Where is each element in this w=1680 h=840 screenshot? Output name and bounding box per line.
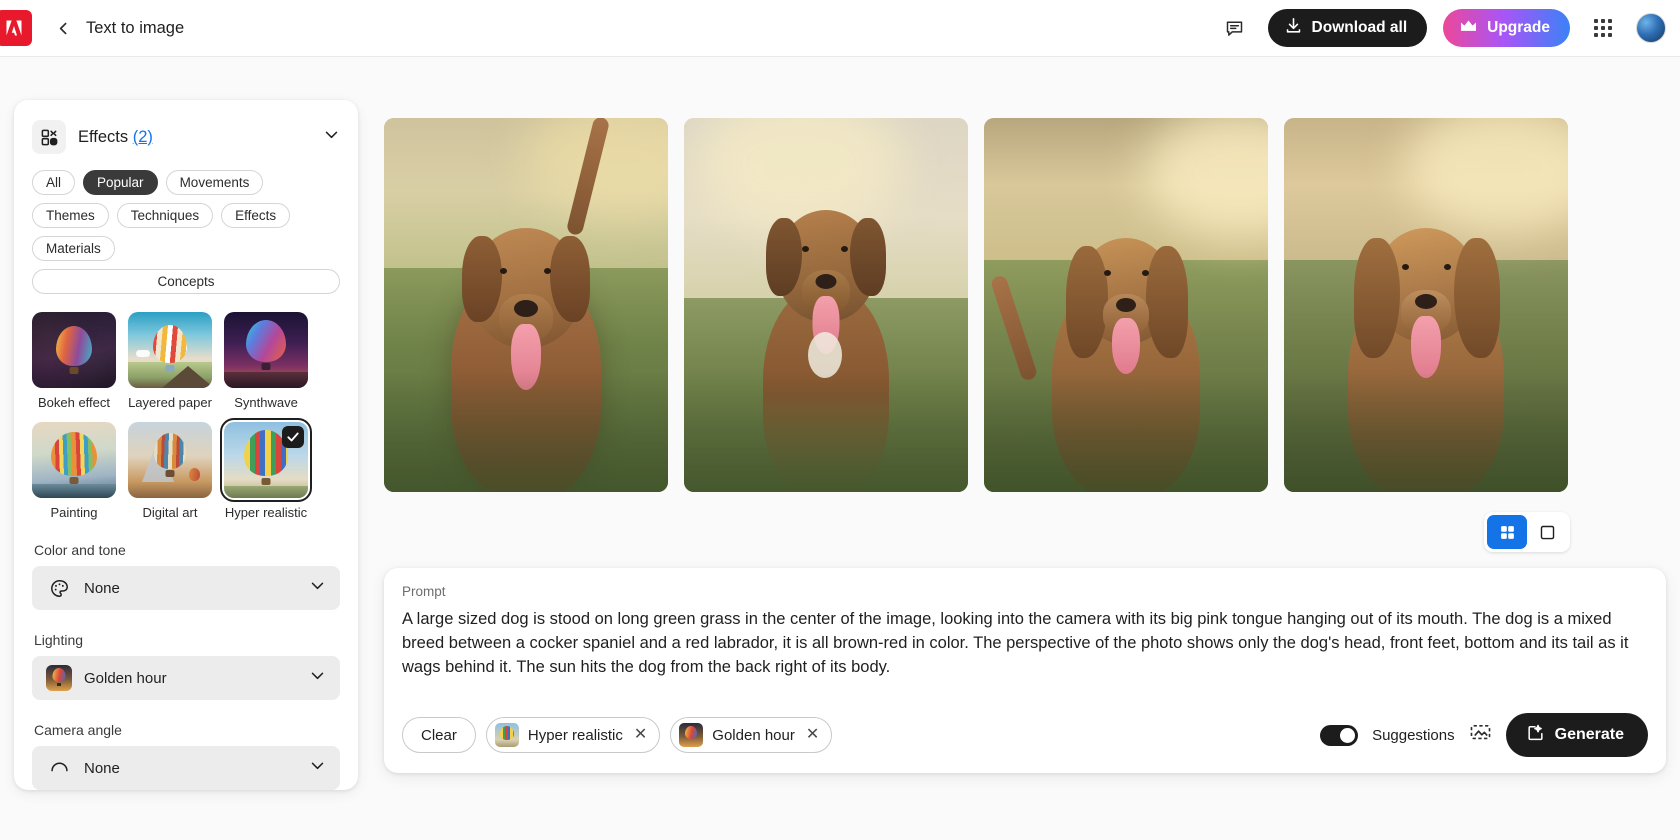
filter-chip-all[interactable]: All: [32, 170, 76, 195]
reference-image-icon[interactable]: [1469, 721, 1492, 749]
camera-angle-icon: [46, 755, 72, 781]
upgrade-label: Upgrade: [1487, 19, 1550, 36]
effect-thumbnail: [32, 422, 116, 498]
effect-option-painting[interactable]: Painting: [32, 422, 116, 520]
prompt-tag-label: Hyper realistic: [527, 726, 623, 744]
app-grid-icon[interactable]: [1586, 11, 1620, 45]
effect-thumbnail: [128, 312, 212, 388]
effect-option-digital-art[interactable]: Digital art: [128, 422, 212, 520]
prompt-tag-label: Golden hour: [712, 726, 795, 744]
generated-results-grid: [384, 118, 1568, 492]
generated-image-2[interactable]: [684, 118, 968, 492]
prompt-label: Prompt: [402, 584, 446, 599]
lighting-value: Golden hour: [84, 669, 167, 687]
adobe-logo-icon[interactable]: [0, 10, 32, 46]
lighting-thumbnail: [679, 723, 704, 747]
download-icon: [1284, 16, 1303, 40]
color-palette-icon: [46, 575, 72, 601]
effect-label: Hyper realistic: [224, 505, 308, 520]
filter-chip-concepts[interactable]: Concepts: [32, 269, 340, 294]
download-all-button[interactable]: Download all: [1267, 9, 1428, 47]
effects-sidebar: Effects (2) All Popular Movements Themes…: [14, 100, 358, 790]
effect-option-bokeh-effect[interactable]: Bokeh effect: [32, 312, 116, 410]
camera-angle-value: None: [84, 759, 120, 777]
crown-icon: [1459, 18, 1478, 39]
effect-thumbnail: [32, 312, 116, 388]
view-mode-toggle: [1484, 512, 1570, 552]
chevron-down-icon[interactable]: [323, 126, 340, 148]
suggestions-toggle[interactable]: [1320, 724, 1359, 746]
generate-button[interactable]: Generate: [1505, 713, 1648, 757]
prompt-panel: Prompt A large sized dog is stood on lon…: [384, 568, 1666, 773]
color-and-tone-dropdown[interactable]: None: [32, 566, 340, 610]
effect-option-layered-paper[interactable]: Layered paper: [128, 312, 212, 410]
camera-angle-label: Camera angle: [34, 722, 122, 738]
filter-chip-movements[interactable]: Movements: [165, 170, 264, 195]
effects-section-header[interactable]: Effects (2): [32, 120, 340, 154]
chevron-down-icon[interactable]: [309, 577, 326, 599]
prompt-input[interactable]: A large sized dog is stood on long green…: [402, 607, 1648, 679]
chevron-down-icon[interactable]: [309, 757, 326, 779]
lighting-label: Lighting: [34, 632, 84, 648]
user-avatar[interactable]: [1636, 13, 1666, 43]
effect-option-synthwave[interactable]: Synthwave: [224, 312, 308, 410]
chevron-down-icon[interactable]: [309, 667, 326, 689]
top-bar: Text to image Download all Upgrade: [0, 0, 1680, 57]
effects-thumbnail-grid: Bokeh effect Layered paper Synthwave Pai…: [32, 312, 340, 520]
prompt-toolbar: Clear Hyper realistic ✕ Golden hour ✕ Su…: [402, 713, 1648, 757]
filter-chip-popular[interactable]: Popular: [83, 170, 158, 195]
effect-label: Bokeh effect: [37, 395, 111, 410]
effect-label: Painting: [50, 505, 98, 520]
close-icon[interactable]: ✕: [634, 727, 647, 743]
effect-thumbnail: [220, 418, 312, 502]
close-icon[interactable]: ✕: [806, 727, 819, 743]
effect-label: Digital art: [142, 505, 198, 520]
effect-thumbnail: [128, 422, 212, 498]
single-view-icon[interactable]: [1527, 515, 1567, 549]
chat-bubble-icon[interactable]: [1218, 11, 1252, 45]
effect-option-hyper-realistic[interactable]: Hyper realistic: [220, 418, 312, 520]
lighting-dropdown[interactable]: Golden hour: [32, 656, 340, 700]
camera-angle-dropdown[interactable]: None: [32, 746, 340, 790]
generate-sparkle-icon: [1526, 723, 1545, 747]
effect-label: Synthwave: [234, 395, 298, 410]
effect-thumbnail: [224, 312, 308, 388]
clear-button[interactable]: Clear: [402, 717, 476, 753]
color-and-tone-value: None: [84, 579, 120, 597]
effects-title: Effects (2): [78, 127, 153, 146]
prompt-tag-golden-hour[interactable]: Golden hour ✕: [670, 717, 833, 753]
filter-chip-materials[interactable]: Materials: [32, 236, 115, 261]
effect-filter-chips: All Popular Movements Themes Techniques …: [32, 170, 340, 294]
color-and-tone-label: Color and tone: [34, 542, 126, 558]
effects-grid-icon: [32, 120, 66, 154]
selected-check-icon: [282, 426, 304, 448]
effect-label: Layered paper: [128, 395, 212, 410]
upgrade-button[interactable]: Upgrade: [1443, 9, 1570, 47]
generated-image-1[interactable]: [384, 118, 668, 492]
suggestions-label: Suggestions: [1372, 726, 1455, 744]
filter-chip-techniques[interactable]: Techniques: [116, 203, 214, 228]
prompt-tag-hyper-realistic[interactable]: Hyper realistic ✕: [485, 717, 661, 753]
generated-image-4[interactable]: [1284, 118, 1568, 492]
prompt-bar-right: Suggestions Generate: [1320, 713, 1648, 757]
golden-hour-thumbnail: [46, 665, 72, 691]
effects-count[interactable]: (2): [133, 128, 153, 146]
generate-label: Generate: [1554, 726, 1624, 743]
filter-chip-themes[interactable]: Themes: [32, 203, 109, 228]
top-bar-actions: Download all Upgrade: [1218, 9, 1680, 47]
grid-view-icon[interactable]: [1487, 515, 1527, 549]
page-title: Text to image: [86, 18, 185, 37]
download-all-label: Download all: [1311, 19, 1408, 36]
effect-thumbnail: [494, 723, 519, 747]
generated-image-3[interactable]: [984, 118, 1268, 492]
back-button[interactable]: [46, 11, 80, 45]
filter-chip-effects[interactable]: Effects: [221, 203, 291, 228]
